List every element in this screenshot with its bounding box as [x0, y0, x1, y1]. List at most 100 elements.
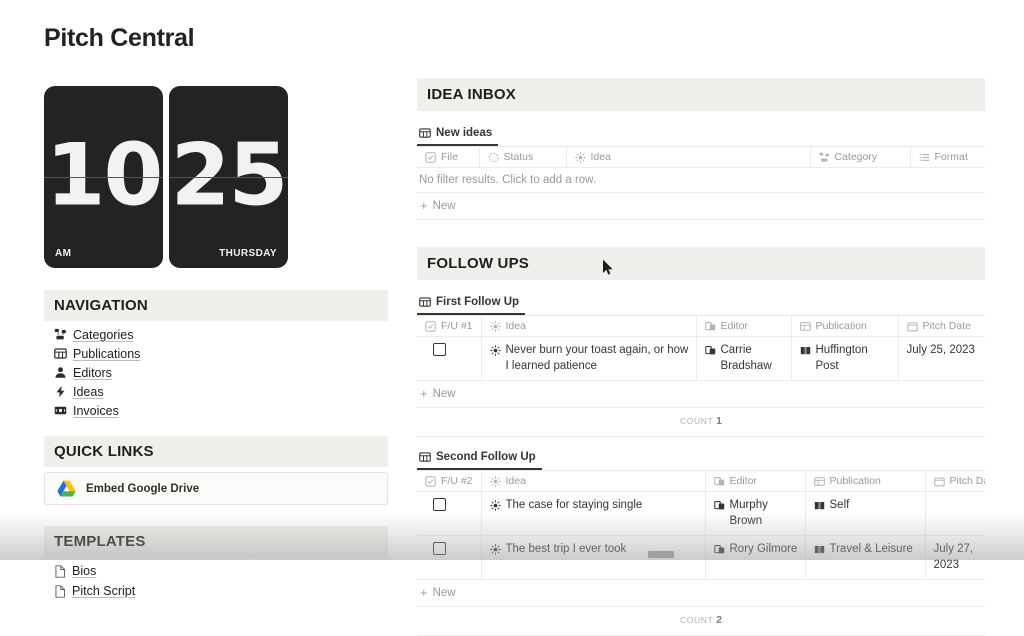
second-follow-up-count: COUNT 2: [417, 607, 985, 636]
table-icon: [419, 127, 431, 139]
first-follow-up-database: First Follow Up F/U #1 Idea Editor Publi…: [417, 284, 985, 438]
templates-heading: TEMPLATES: [44, 526, 388, 557]
column-header-fu2[interactable]: F/U #2: [417, 471, 482, 493]
template-item-pitch-script[interactable]: Pitch Script: [44, 581, 388, 601]
idea-inbox-heading: IDEA INBOX: [417, 78, 985, 111]
column-header-label: Status: [503, 151, 534, 163]
column-header-fu1[interactable]: F/U #1: [417, 316, 482, 337]
relation-page-icon: [704, 343, 716, 356]
templates-list: Bios Pitch Script: [44, 561, 388, 601]
count-label: COUNT: [680, 416, 714, 427]
idea-inbox-new-row-button[interactable]: + New: [417, 193, 985, 220]
sidebar-item-publications[interactable]: Publications: [44, 344, 388, 363]
table-row[interactable]: The case for staying single Murphy Brown…: [417, 491, 985, 537]
sidebar-item-invoices[interactable]: Invoices: [44, 401, 388, 420]
column-header-editor[interactable]: Editor: [705, 471, 806, 493]
row-checkbox[interactable]: [433, 498, 446, 512]
tab-first-follow-up[interactable]: First Follow Up: [417, 292, 526, 315]
page-title: Pitch Central: [44, 24, 195, 52]
cell-text: Travel & Leisure: [829, 543, 913, 556]
cell-publication[interactable]: Travel & Leisure: [805, 535, 926, 581]
list-icon: [919, 152, 930, 163]
first-follow-up-tabrow: First Follow Up: [417, 284, 985, 316]
cell-fu1-checkbox[interactable]: [417, 336, 482, 382]
cell-editor[interactable]: Carrie Bradshaw: [696, 336, 792, 382]
column-header-category[interactable]: Category: [810, 147, 911, 168]
idea-inbox-tabrow: New ideas: [417, 115, 985, 147]
clock-hour-value: 10: [45, 125, 163, 226]
column-header-file[interactable]: File: [417, 147, 480, 168]
template-item-bios[interactable]: Bios: [44, 561, 388, 581]
cell-text: The best trip I ever took: [505, 543, 627, 556]
status-icon: [488, 152, 499, 163]
sun-icon: [489, 475, 501, 487]
row-checkbox[interactable]: [433, 343, 446, 356]
tab-label: Second Follow Up: [436, 451, 536, 464]
page-icon: [54, 564, 66, 578]
template-item-label: Pitch Script: [72, 584, 136, 598]
table-row[interactable]: Never burn your toast again, or how I le…: [417, 336, 985, 382]
cell-editor[interactable]: Rory Gilmore: [705, 535, 806, 581]
column-header-pitch-date[interactable]: Pitch Date: [925, 471, 985, 493]
column-header-publication[interactable]: Publication: [791, 316, 899, 337]
google-drive-icon: [57, 480, 76, 497]
column-header-label: Pitch Date: [922, 320, 971, 332]
first-follow-up-new-row-button[interactable]: + New: [417, 381, 985, 409]
tab-second-follow-up[interactable]: Second Follow Up: [417, 447, 542, 471]
sidebar-item-label: Publications: [73, 346, 141, 361]
clock-card-divider: [44, 177, 163, 178]
cell-idea[interactable]: The case for staying single: [481, 491, 706, 537]
quick-link-google-drive[interactable]: Embed Google Drive: [44, 472, 388, 505]
sidebar-item-ideas[interactable]: Ideas: [44, 382, 388, 401]
cell-publication[interactable]: Self: [805, 491, 926, 537]
clock-card-divider: [169, 177, 288, 178]
flip-clock-widget: 10 AM 25 THURSDAY: [44, 86, 288, 268]
sidebar-column: 10 AM 25 THURSDAY NAVIGATION Categories …: [44, 86, 388, 601]
second-follow-up-new-row-button[interactable]: + New: [417, 580, 985, 608]
cell-pitch-date[interactable]: [925, 491, 985, 537]
table-header-row: F/U #2 Idea Editor Publication Pitch Dat…: [417, 471, 985, 493]
cell-publication[interactable]: Huffington Post: [791, 336, 899, 382]
tab-new-ideas[interactable]: New ideas: [417, 123, 499, 146]
sidebar-item-label: Editors: [73, 365, 112, 380]
cell-text: Carrie Bradshaw: [720, 344, 772, 372]
person-icon: [54, 366, 67, 379]
cell-fu2-checkbox[interactable]: [417, 491, 482, 537]
column-header-label: F/U #1: [441, 320, 473, 332]
table-icon: [799, 321, 811, 332]
sidebar-item-categories[interactable]: Categories: [44, 325, 388, 344]
column-header-label: Idea: [505, 320, 526, 332]
column-header-label: Publication: [829, 475, 881, 488]
sun-icon: [489, 343, 501, 356]
sun-icon: [489, 498, 501, 511]
table-row[interactable]: The best trip I ever took Rory Gilmore T…: [417, 535, 985, 581]
cell-idea[interactable]: Never burn your toast again, or how I le…: [481, 336, 697, 382]
idea-inbox-empty-message[interactable]: No filter results. Click to add a row.: [417, 168, 985, 193]
cell-pitch-date[interactable]: July 25, 2023: [898, 336, 985, 382]
cell-text: The case for staying single: [505, 499, 643, 512]
count-value: 1: [716, 415, 722, 428]
second-follow-up-table: F/U #2 Idea Editor Publication Pitch Dat…: [417, 471, 985, 581]
cell-editor[interactable]: Murphy Brown: [705, 491, 806, 537]
sidebar-item-editors[interactable]: Editors: [44, 363, 388, 382]
column-header-publication[interactable]: Publication: [805, 471, 926, 493]
column-header-status[interactable]: Status: [479, 147, 567, 168]
horizontal-scrollbar-thumb[interactable]: [648, 551, 674, 558]
calendar-icon: [933, 476, 945, 487]
table-header-row: File Status Idea Category Format: [417, 147, 985, 168]
column-header-idea[interactable]: Idea: [481, 471, 706, 493]
column-header-pitch-date[interactable]: Pitch Date: [898, 316, 985, 337]
column-header-editor[interactable]: Editor: [696, 316, 792, 337]
sun-icon: [574, 151, 586, 163]
clock-hour-card: 10 AM: [44, 86, 163, 268]
column-header-idea[interactable]: Idea: [566, 147, 811, 168]
book-icon: [814, 542, 825, 555]
sidebar-item-label: Ideas: [73, 384, 104, 399]
cell-fu2-checkbox[interactable]: [417, 535, 482, 581]
quick-links-heading: QUICK LINKS: [44, 436, 388, 467]
column-header-idea[interactable]: Idea: [481, 316, 697, 337]
column-header-format[interactable]: Format: [910, 147, 985, 168]
row-checkbox[interactable]: [433, 542, 446, 556]
cell-pitch-date[interactable]: July 27, 2023: [925, 535, 985, 581]
second-follow-up-rows: The case for staying single Murphy Brown…: [417, 491, 985, 581]
